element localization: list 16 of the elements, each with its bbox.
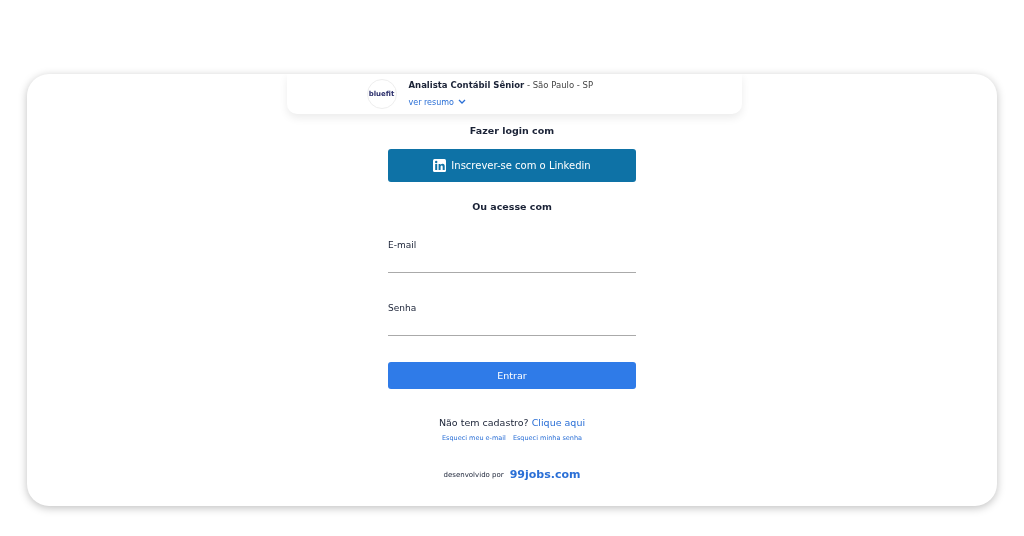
field-label: E-mail <box>388 240 417 250</box>
input-field[interactable]: Senha <box>388 296 636 336</box>
brand-logo: 99jobs.com <box>509 468 581 481</box>
input-field[interactable]: E-mail <box>388 233 636 273</box>
field-label: Senha <box>388 303 417 313</box>
signup-link[interactable]: Clique aqui <box>531 417 586 428</box>
linkedin-icon <box>433 159 447 172</box>
linkedin-button[interactable]: Inscrever-se com o Linkedin <box>388 149 636 182</box>
chevron-down-icon <box>457 99 466 105</box>
signup-text: Não tem cadastro? <box>438 417 529 428</box>
summary-link[interactable]: ver resumo <box>408 97 466 107</box>
job-location: - São Paulo - SP <box>525 79 594 90</box>
login-heading: Fazer login com <box>469 125 555 136</box>
alt-login-heading: Ou acesse com <box>472 201 552 212</box>
submit-button[interactable]: Entrar <box>388 362 636 389</box>
job-title: Analista Contábil Sênior <box>408 79 525 90</box>
